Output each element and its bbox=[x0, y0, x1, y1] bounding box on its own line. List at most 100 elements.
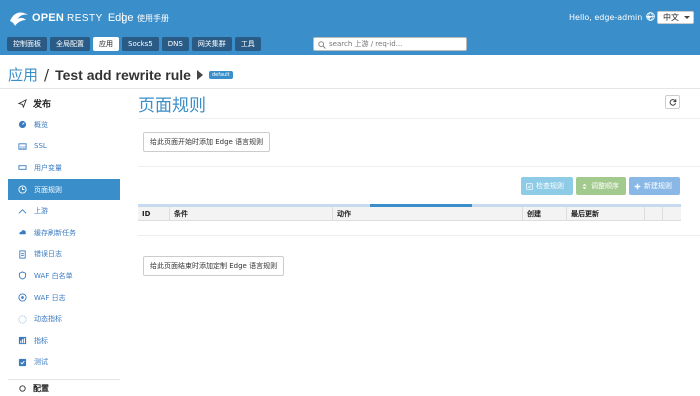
sidebar-section-label: 配置 bbox=[33, 383, 49, 393]
search-box bbox=[313, 37, 467, 51]
sidebar-item-label: 错误日志 bbox=[34, 250, 62, 259]
sidebar-item-label: SSL bbox=[34, 142, 47, 151]
sidebar-item-waf-whitelist[interactable]: WAF 白名单 bbox=[8, 265, 120, 287]
language-value: 中文 bbox=[663, 13, 679, 22]
clock-icon bbox=[18, 185, 27, 194]
button-label: 新建规则 bbox=[644, 182, 672, 190]
caret-right-icon[interactable] bbox=[196, 69, 203, 80]
tab-global-config[interactable]: 全局配置 bbox=[50, 37, 90, 51]
sidebar-item-label: 用户变量 bbox=[34, 163, 62, 172]
cache-icon bbox=[18, 228, 27, 237]
breadcrumb-separator: / bbox=[44, 65, 50, 84]
sidebar-item-test[interactable]: 测试 bbox=[8, 352, 120, 374]
sidebar-item-user-variables[interactable]: 用户变量 bbox=[8, 157, 120, 179]
manual-link[interactable]: 使用手册 bbox=[137, 13, 169, 24]
new-rule-button[interactable]: 新建规则 bbox=[629, 177, 680, 195]
breadcrumb: 应用 / Test add rewrite rule default bbox=[8, 64, 233, 85]
column-header-id: ID bbox=[138, 207, 170, 220]
openresty-logo-icon bbox=[10, 12, 28, 26]
check-square-icon bbox=[526, 182, 533, 190]
divider bbox=[138, 118, 700, 119]
sidebar-item-label: 动态指标 bbox=[34, 315, 62, 324]
paper-plane-icon bbox=[18, 98, 27, 108]
dynamic-metrics-icon bbox=[18, 315, 27, 324]
plus-icon bbox=[634, 183, 641, 189]
user-menu[interactable]: Hello, edge-admin bbox=[569, 13, 653, 22]
refresh-icon bbox=[669, 99, 676, 106]
sidebar-section-publish[interactable]: 发布 bbox=[8, 92, 120, 114]
sidebar-item-label: 缓存刷新任务 bbox=[34, 228, 76, 237]
sidebar-item-label: 测试 bbox=[34, 358, 48, 367]
refresh-button[interactable] bbox=[665, 95, 680, 109]
ssl-icon: SSL bbox=[18, 142, 27, 151]
sidebar-item-waf-log[interactable]: WAF 日志 bbox=[8, 287, 120, 309]
tab-apps[interactable]: 应用 bbox=[93, 37, 119, 51]
brand-logo[interactable]: OPEN RESTY Edge bbox=[8, 8, 134, 28]
sidebar-item-label: 指标 bbox=[34, 336, 48, 345]
sidebar-item-label: WAF 日志 bbox=[34, 293, 66, 302]
main-tabs: 控制面板 全局配置 应用 Socks5 DNS 网关集群 工具 bbox=[7, 37, 261, 51]
divider bbox=[0, 88, 700, 89]
sidebar-item-label: WAF 白名单 bbox=[34, 271, 73, 280]
rules-table: ID 条件 动作 创建 最后更新 bbox=[138, 204, 681, 221]
column-header-blank bbox=[645, 207, 663, 220]
config-icon bbox=[19, 384, 26, 392]
dashboard-icon bbox=[18, 120, 27, 129]
divider bbox=[138, 166, 700, 167]
sidebar-item-page-rules[interactable]: 页面规则 bbox=[8, 178, 120, 201]
brand-name-light: RESTY bbox=[66, 12, 103, 24]
test-icon bbox=[18, 358, 27, 367]
breadcrumb-root-link[interactable]: 应用 bbox=[8, 64, 38, 85]
sidebar-section-label: 发布 bbox=[33, 99, 52, 110]
loading-bar bbox=[138, 204, 681, 207]
column-header-last-updated: 最后更新 bbox=[567, 207, 645, 220]
page-title: 页面规则 bbox=[138, 96, 206, 116]
sidebar-item-label: 上游 bbox=[34, 207, 48, 216]
sidebar-item-label: 概览 bbox=[34, 120, 48, 129]
globe-icon bbox=[646, 12, 655, 21]
user-greeting: Hello, edge-admin bbox=[569, 13, 643, 22]
language-select[interactable]: 中文 bbox=[657, 11, 694, 24]
reorder-rules-button[interactable]: 调整顺序 bbox=[576, 177, 626, 195]
partition-badge: default bbox=[208, 70, 233, 79]
sidebar-item-cache-purge[interactable]: 缓存刷新任务 bbox=[8, 222, 120, 244]
sidebar-item-dynamic-metrics[interactable]: 动态指标 bbox=[8, 308, 120, 330]
check-rules-button[interactable]: 检查规则 bbox=[521, 177, 573, 195]
app-name: Test add rewrite rule bbox=[55, 66, 191, 83]
divider bbox=[138, 235, 700, 236]
button-label: 调整顺序 bbox=[591, 182, 619, 190]
svg-text:SSL: SSL bbox=[20, 145, 27, 149]
add-begin-rule-button[interactable]: 给此页面开始时添加 Edge 语言规则 bbox=[143, 132, 271, 152]
header-separator: | bbox=[121, 12, 125, 23]
search-input[interactable] bbox=[329, 38, 464, 50]
sidebar-item-metrics[interactable]: 指标 bbox=[8, 330, 120, 352]
button-label: 检查规则 bbox=[536, 182, 564, 190]
sidebar-item-error-log[interactable]: 错误日志 bbox=[8, 244, 120, 266]
chevron-down-icon bbox=[684, 16, 690, 19]
metrics-icon bbox=[18, 336, 27, 345]
column-header-condition: 条件 bbox=[170, 207, 333, 220]
column-header-created: 创建 bbox=[523, 207, 567, 220]
add-end-rule-button[interactable]: 给此页面结束时添加定制 Edge 语言规则 bbox=[143, 256, 285, 276]
sidebar-item-upstreams[interactable]: 上游 bbox=[8, 200, 120, 222]
tab-tools[interactable]: 工具 bbox=[234, 37, 261, 51]
tab-dns[interactable]: DNS bbox=[161, 37, 189, 51]
log-icon bbox=[18, 250, 27, 259]
sidebar: 发布 概览 SSL SSL 用户变量 页面规则 上游 缓存刷新任务 错误日志 W… bbox=[8, 92, 120, 396]
search-icon bbox=[318, 41, 326, 49]
loading-progress bbox=[370, 204, 472, 207]
table-header: ID 条件 动作 创建 最后更新 bbox=[138, 207, 681, 221]
brand-name-bold: OPEN bbox=[32, 12, 64, 24]
upstream-icon bbox=[18, 207, 27, 216]
tab-socks5[interactable]: Socks5 bbox=[122, 37, 159, 51]
sidebar-item-label: 页面规则 bbox=[34, 185, 62, 194]
tab-dashboard[interactable]: 控制面板 bbox=[7, 37, 47, 51]
column-header-blank bbox=[663, 207, 681, 220]
shield-icon bbox=[18, 271, 27, 281]
tab-gateway-clusters[interactable]: 网关集群 bbox=[191, 37, 232, 51]
sidebar-item-overview[interactable]: 概览 bbox=[8, 114, 120, 136]
top-navbar: OPEN RESTY Edge | 使用手册 Hello, edge-admin… bbox=[0, 0, 700, 55]
column-header-action: 动作 bbox=[333, 207, 523, 220]
waf-log-icon bbox=[18, 293, 27, 302]
sidebar-item-ssl[interactable]: SSL SSL bbox=[8, 136, 120, 158]
